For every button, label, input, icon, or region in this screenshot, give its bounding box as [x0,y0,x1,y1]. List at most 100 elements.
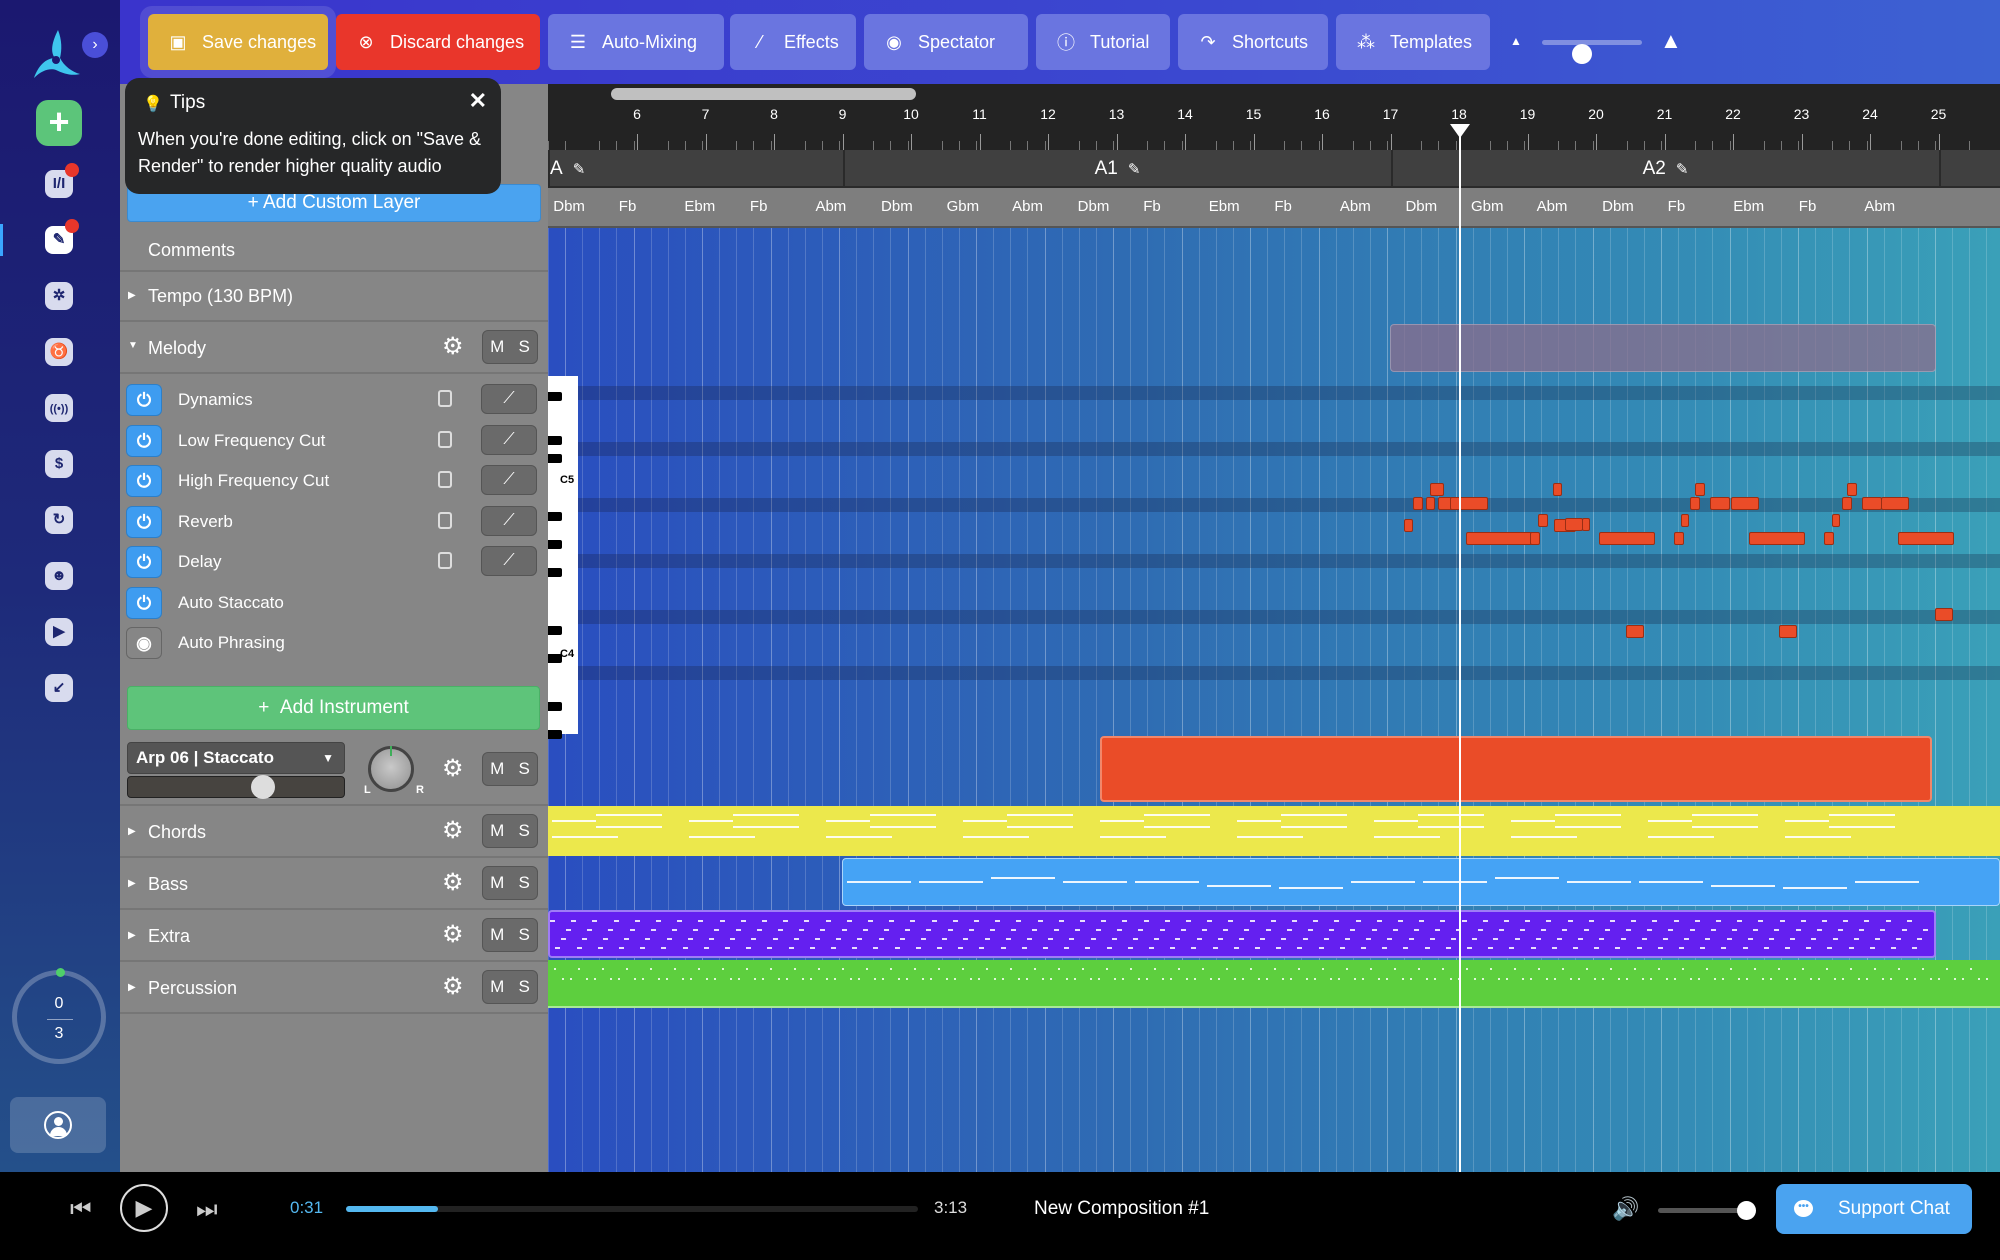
tutorial-button[interactable]: ⓘ Tutorial [1036,14,1170,70]
chord-label[interactable]: Gbm [947,198,980,215]
expand-triangle-icon[interactable]: ▶ [128,826,136,837]
track-row[interactable]: ▶ Chords ⚙ M S [120,806,548,858]
chord-label[interactable]: Fb [1668,198,1686,215]
effect-toggle[interactable]: ⏻ [126,384,162,416]
melody-note[interactable] [1599,532,1655,545]
mute-button[interactable]: M [490,821,504,841]
melody-note[interactable] [1553,483,1562,496]
new-composition-button[interactable]: + [36,100,82,146]
discard-changes-button[interactable]: ⊗ Discard changes [336,14,540,70]
melody-note[interactable] [1426,497,1435,510]
effects-button[interactable]: ⁄ Effects [730,14,856,70]
tempo-row[interactable]: ▶ Tempo (130 BPM) [120,272,548,322]
edit-section-icon[interactable]: ✎ [1676,161,1689,178]
effect-toggle[interactable]: ⏻ [126,586,162,619]
gear-icon[interactable]: ⚙ [442,972,464,1001]
section-block[interactable]: A2 ✎ [1390,150,1939,188]
mute-button[interactable]: M [490,977,504,997]
instrument-preset-select[interactable]: Arp 06 | Staccato ▼ [127,742,345,774]
zoom-slider-thumb[interactable] [1572,44,1592,64]
melody-note[interactable] [1847,483,1857,496]
play-button[interactable]: ▶ [120,1184,168,1232]
gear-icon[interactable]: ⚙ [442,920,464,949]
mute-button[interactable]: M [490,925,504,945]
effect-toggle[interactable]: ⏻ [126,424,162,457]
copy-icon[interactable] [438,471,452,488]
skip-back-icon[interactable]: ⏮ [70,1196,92,1224]
melody-note[interactable] [1881,497,1909,510]
copy-icon[interactable] [438,430,452,448]
chord-label[interactable]: Gbm [1471,198,1504,215]
skip-forward-icon[interactable]: ⏭ [196,1196,218,1224]
editor-button[interactable]: ✎ [45,219,79,254]
melody-note[interactable] [1466,532,1538,545]
timeline[interactable]: 6 7 8 9 10 11 12 13 14 15 16 17 18 19 20 21 22 23 24 25 A ✎ A… [548,84,2000,1172]
chord-label[interactable]: Abm [1340,198,1371,215]
zoom-out-icon[interactable]: ▲ [1510,34,1522,48]
volume-slider-thumb[interactable] [1737,1201,1756,1220]
gear-icon[interactable]: ⚙ [442,868,464,897]
gear-icon[interactable]: ⚙ [442,816,464,845]
mute-button[interactable]: M [490,873,504,893]
horizontal-scrollbar[interactable] [611,88,916,100]
melody-note[interactable] [1731,497,1759,510]
chord-label[interactable]: Dbm [553,198,585,215]
templates-button[interactable]: ⁂ Templates [1336,14,1490,70]
chord-label[interactable]: Fb [1799,198,1817,215]
track-row[interactable]: ▶ Bass ⚙ M S [120,858,548,910]
shortcuts-button[interactable]: ↷ Shortcuts [1178,14,1328,70]
chord-label[interactable]: Ebm [684,198,715,215]
effect-toggle[interactable]: ⏻ [126,546,162,578]
copy-icon[interactable] [438,552,452,569]
expand-triangle-icon[interactable]: ▶ [128,930,136,941]
chord-label[interactable]: Fb [1274,198,1292,215]
chord-label[interactable]: Abm [1864,198,1895,215]
playback-progress[interactable] [346,1206,918,1212]
melody-note[interactable] [1681,514,1689,527]
instrument-volume-slider[interactable] [127,775,345,799]
mute-button[interactable]: M [490,759,504,779]
melody-note[interactable] [1413,497,1423,510]
chord-label[interactable]: Ebm [1733,198,1764,215]
collapse-triangle-icon[interactable]: ▼ [128,340,138,351]
melody-note[interactable] [1690,497,1700,510]
solo-button[interactable]: S [519,925,530,945]
melody-note[interactable] [1565,518,1583,531]
gear-icon[interactable]: ⚙ [442,754,464,783]
playhead[interactable] [1450,124,1470,1172]
melody-note[interactable] [1582,518,1590,531]
copy-icon[interactable] [438,511,452,529]
achievements-button[interactable]: ♉ [45,338,73,366]
chords-lane[interactable] [548,806,2000,856]
melody-clip[interactable] [1100,736,1932,802]
chord-label[interactable]: Fb [1143,198,1161,215]
discord-button[interactable]: ☻ [45,562,73,590]
chord-label[interactable]: Fb [750,198,768,215]
track-row[interactable]: ▶ Extra ⚙ M S [120,910,548,962]
melody-note[interactable] [1862,497,1882,510]
chord-label[interactable]: Dbm [881,198,913,215]
automation-button[interactable]: ⟋ [481,505,537,536]
solo-button[interactable]: S [519,759,530,779]
zoom-slider[interactable] [1542,40,1642,64]
chord-label[interactable]: Fb [619,198,637,215]
library-button[interactable]: I/I [45,163,79,198]
melody-note[interactable] [1898,532,1954,545]
mixer-button[interactable]: ✲ [45,282,73,310]
melody-note[interactable] [1674,532,1684,545]
mute-button[interactable]: M [490,337,504,357]
expand-triangle-icon[interactable]: ▶ [128,290,136,301]
pan-knob[interactable] [368,746,414,792]
piano-roll[interactable] [578,376,2000,734]
automation-button[interactable]: ⟋ [481,546,537,576]
add-instrument-button[interactable]: + Add Instrument [127,686,540,730]
expand-triangle-icon[interactable]: ▶ [128,982,136,993]
pricing-button[interactable]: $ [45,450,73,478]
broadcast-button[interactable]: ((•)) [45,394,73,422]
effect-toggle[interactable]: ⏻ [126,505,162,538]
video-button[interactable]: ▶ [45,618,73,646]
percussion-lane[interactable] [548,960,2000,1008]
close-tips-button[interactable]: ✕ [469,88,487,114]
melody-row[interactable]: ▼ Melody ⚙ MS [120,322,548,374]
update-button[interactable]: ↙ [45,674,73,702]
